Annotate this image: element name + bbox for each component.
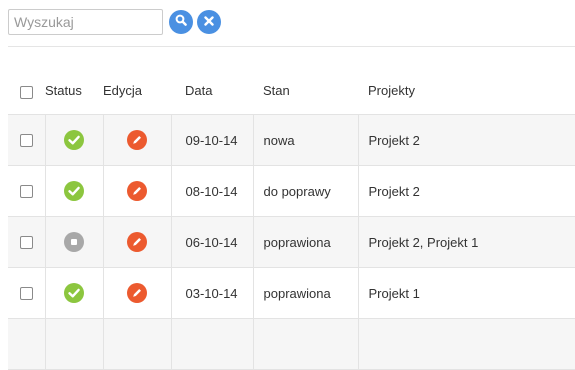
- state-cell: do poprawy: [253, 165, 359, 217]
- status-cell: [45, 267, 104, 319]
- close-x-icon: [204, 13, 214, 31]
- state-cell: poprawiona: [253, 267, 359, 319]
- row-checkbox[interactable]: [19, 184, 33, 198]
- state-cell: poprawiona: [253, 216, 359, 268]
- projects-cell: Projekt 2: [358, 114, 575, 166]
- header-select-all: [8, 66, 45, 115]
- checkmark-icon: [64, 283, 84, 303]
- table-row[interactable]: 03-10-14 poprawiona Projekt 1: [8, 267, 575, 319]
- state-cell: nowa: [253, 114, 359, 166]
- edit-cell: [103, 216, 172, 268]
- header-projects: Projekty: [358, 66, 575, 115]
- pencil-icon[interactable]: [127, 283, 147, 303]
- header-status: Status: [45, 66, 103, 115]
- pencil-icon[interactable]: [127, 130, 147, 150]
- status-cell: [45, 216, 104, 268]
- checkmark-icon: [64, 130, 84, 150]
- search-input[interactable]: [8, 9, 163, 35]
- row-checkbox[interactable]: [19, 133, 33, 147]
- header-state: Stan: [253, 66, 358, 115]
- table-row[interactable]: 06-10-14 poprawiona Projekt 2, Projekt 1: [8, 216, 575, 268]
- row-select-cell: [8, 114, 46, 166]
- clear-search-button[interactable]: [197, 10, 221, 34]
- pencil-icon[interactable]: [127, 232, 147, 252]
- select-all-checkbox[interactable]: [20, 85, 33, 99]
- header-date: Data: [171, 66, 253, 115]
- table-row[interactable]: 09-10-14 nowa Projekt 2: [8, 114, 575, 166]
- edit-cell: [103, 114, 172, 166]
- row-select-cell: [8, 216, 46, 268]
- toolbar-divider: [8, 46, 575, 47]
- pencil-icon[interactable]: [127, 181, 147, 201]
- projects-cell: Projekt 2: [358, 165, 575, 217]
- stop-icon: [64, 232, 84, 252]
- edit-cell: [103, 267, 172, 319]
- checkmark-icon: [64, 181, 84, 201]
- row-select-cell: [8, 267, 46, 319]
- date-cell: 06-10-14: [171, 216, 254, 268]
- date-cell: 09-10-14: [171, 114, 254, 166]
- table-header-row: Status Edycja Data Stan Projekty: [8, 66, 575, 115]
- magnifier-icon: [175, 13, 187, 31]
- items-table: Status Edycja Data Stan Projekty 09-10-1…: [8, 66, 575, 370]
- header-edit: Edycja: [103, 66, 171, 115]
- table-row-partial: [8, 318, 575, 370]
- status-cell: [45, 165, 104, 217]
- projects-cell: Projekt 2, Projekt 1: [358, 216, 575, 268]
- projects-cell: Projekt 1: [358, 267, 575, 319]
- row-checkbox[interactable]: [19, 286, 33, 300]
- row-checkbox[interactable]: [19, 235, 33, 249]
- date-cell: 08-10-14: [171, 165, 254, 217]
- table-row[interactable]: 08-10-14 do poprawy Projekt 2: [8, 165, 575, 217]
- status-cell: [45, 114, 104, 166]
- edit-cell: [103, 165, 172, 217]
- search-button[interactable]: [169, 10, 193, 34]
- date-cell: 03-10-14: [171, 267, 254, 319]
- row-select-cell: [8, 165, 46, 217]
